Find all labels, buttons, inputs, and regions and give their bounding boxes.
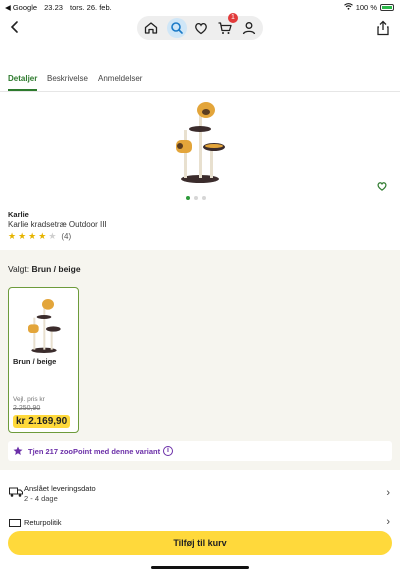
variant-thumbnail <box>24 296 64 356</box>
star-empty-icon: ★ <box>48 231 57 241</box>
delivery-title: Anslået leveringsdato <box>24 484 96 493</box>
top-navigation: 1 <box>0 13 400 42</box>
add-to-cart-button[interactable]: Tilføj til kurv <box>8 531 392 555</box>
reference-price-label: Vejl. pris kr <box>13 396 45 403</box>
battery-icon <box>380 4 394 11</box>
tab-details[interactable]: Detaljer <box>8 74 38 91</box>
user-icon <box>242 22 256 35</box>
zoopoint-banner[interactable]: Tjen 217 zooPoint med denne variant i <box>8 441 392 461</box>
carousel-dot[interactable] <box>194 196 198 200</box>
tab-reviews[interactable]: Anmeldelser <box>98 74 142 91</box>
product-image[interactable] <box>170 100 230 185</box>
product-tabs: Detaljer Beskrivelse Anmeldelser <box>0 72 400 92</box>
selected-variant-prefix: Valgt: <box>8 264 32 274</box>
chevron-left-icon <box>10 21 18 33</box>
return-policy-row[interactable]: Returpolitik › <box>0 513 400 527</box>
selected-variant-label: Valgt: Brun / beige <box>8 264 81 274</box>
truck-icon <box>9 487 23 497</box>
status-time: 23.23 <box>44 3 63 12</box>
zoopoint-icon <box>13 446 23 455</box>
rating-count: (4) <box>61 232 72 241</box>
star-icon: ★ <box>38 231 47 241</box>
back-button[interactable] <box>9 20 23 36</box>
variant-card[interactable]: Brun / beige Vejl. pris kr 2.250,90 kr 2… <box>8 287 79 433</box>
chevron-right-icon: › <box>386 516 390 527</box>
info-icon[interactable]: i <box>163 446 173 456</box>
status-date: tors. 26. feb. <box>70 3 112 12</box>
chevron-right-icon: › <box>386 487 390 499</box>
back-to-app-label[interactable]: ◀ Google <box>5 3 37 12</box>
tab-description[interactable]: Beskrivelse <box>47 74 88 91</box>
battery-percent: 100 % <box>355 3 377 12</box>
home-button[interactable] <box>143 20 159 36</box>
account-button[interactable] <box>241 20 257 36</box>
image-carousel-dots[interactable] <box>186 196 216 202</box>
variant-price: kr 2.169,90 <box>13 415 71 428</box>
carousel-dot[interactable] <box>202 196 206 200</box>
share-icon <box>377 20 389 36</box>
selected-variant-value: Brun / beige <box>31 264 81 274</box>
delivery-estimate-row[interactable]: Anslået leveringsdato 2 - 4 dage › <box>0 478 400 508</box>
home-icon <box>144 22 158 34</box>
star-icon: ★ <box>8 231 17 241</box>
cat-tree-thumbnail <box>28 299 61 353</box>
product-rating[interactable]: ★ ★ ★ ★ ★ (4) <box>8 231 72 242</box>
product-brand[interactable]: Karlie <box>8 210 29 219</box>
favorite-button[interactable] <box>376 179 388 191</box>
wifi-icon <box>343 3 353 12</box>
zoopoint-text: Tjen 217 zooPoint med denne variant <box>28 447 161 456</box>
status-bar: ◀ Google 23.23 tors. 26. feb. 100 % <box>0 0 400 14</box>
carousel-dot-active[interactable] <box>186 196 190 200</box>
wishlist-button[interactable] <box>193 20 209 36</box>
variant-name: Brun / beige <box>13 357 57 366</box>
star-icon: ★ <box>28 231 37 241</box>
cat-tree-image <box>176 102 225 183</box>
cart-count-badge: 1 <box>228 13 238 23</box>
delivery-days: 2 - 4 dage <box>24 494 58 503</box>
star-icon: ★ <box>18 231 27 241</box>
heart-icon <box>377 182 387 191</box>
home-indicator[interactable] <box>151 566 249 569</box>
search-icon <box>171 22 183 34</box>
reference-price: 2.250,90 <box>13 405 41 412</box>
return-icon <box>9 519 21 527</box>
nav-icon-group: 1 <box>137 13 263 40</box>
share-button[interactable] <box>376 20 390 36</box>
search-button[interactable] <box>167 18 187 38</box>
product-title: Karlie kradsetræ Outdoor III <box>8 220 107 229</box>
heart-icon <box>195 23 207 35</box>
return-policy-title: Returpolitik <box>24 518 62 527</box>
